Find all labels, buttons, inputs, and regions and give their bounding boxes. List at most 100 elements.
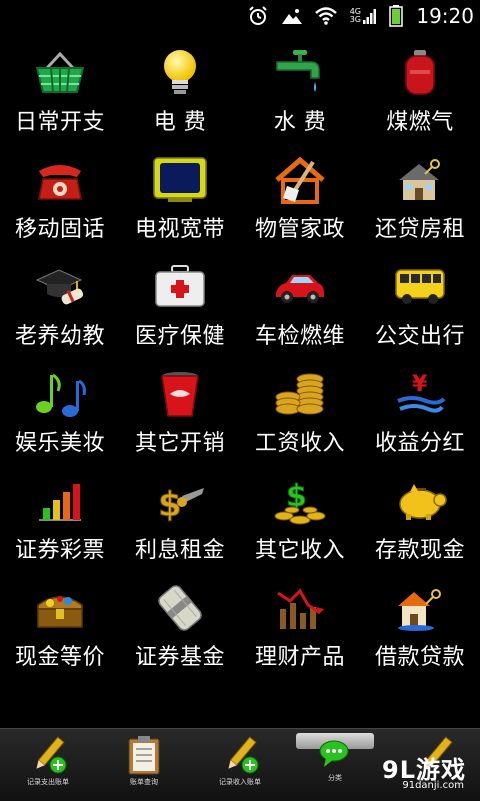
category-property-housekeeping[interactable]: 物管家政	[240, 145, 360, 252]
category-label: 物管家政	[254, 217, 345, 242]
category-water[interactable]: 水 费	[240, 38, 360, 145]
category-phone[interactable]: 移动固话	[0, 145, 120, 252]
grid-row: 老养幼教 医疗保健 车检燃维 公交出行	[0, 252, 480, 359]
music-note-icon	[32, 369, 88, 419]
faucet-icon	[272, 48, 328, 98]
tab-label: 分类	[328, 774, 342, 782]
tab-record-expense[interactable]: 记录支出账单	[4, 733, 92, 797]
cola-cup-icon	[152, 369, 208, 419]
signal-icon: 4G 3G	[348, 6, 378, 26]
tab-record-income[interactable]: 记录收入账单	[196, 733, 284, 797]
grid-row: 证券彩票 $ 利息租金 $ 其它收入 存款现金	[0, 466, 480, 573]
category-car-maintenance[interactable]: 车检燃维	[240, 252, 360, 359]
category-label: 利息租金	[134, 538, 225, 563]
grid-row: 移动固话 电视宽带 物管家政 还贷房租	[0, 145, 480, 252]
grid-row: 日常开支 电 费 水 费 煤燃气	[0, 38, 480, 145]
category-securities-lottery[interactable]: 证券彩票	[0, 466, 120, 573]
category-label: 移动固话	[14, 217, 105, 242]
category-electricity[interactable]: 电 费	[120, 38, 240, 145]
money-pile-icon: $	[272, 476, 328, 526]
tab-label: 记录收入账单	[219, 778, 261, 786]
category-label: 水 费	[273, 110, 327, 135]
category-label: 收益分红	[374, 431, 465, 456]
category-other-income[interactable]: $ 其它收入	[240, 466, 360, 573]
category-deposit-cash[interactable]: 存款现金	[360, 466, 480, 573]
watermark-url: 91danji.com	[402, 780, 464, 791]
category-daily-expense[interactable]: 日常开支	[0, 38, 120, 145]
category-dividend-income[interactable]: ¥ 收益分红	[360, 359, 480, 466]
telephone-icon	[32, 155, 88, 205]
photo-icon	[280, 6, 304, 26]
status-icons: 4G 3G 19:20	[246, 4, 474, 28]
category-label: 存款现金	[374, 538, 465, 563]
category-label: 工资收入	[254, 431, 345, 456]
svg-text:¥: ¥	[412, 372, 428, 397]
category-label: 证券彩票	[14, 538, 105, 563]
tab-bill-query[interactable]: 账单查询	[100, 733, 188, 797]
wifi-icon	[314, 6, 338, 26]
first-aid-kit-icon	[152, 262, 208, 312]
category-mortgage-rent[interactable]: 还贷房租	[360, 145, 480, 252]
clipboard-icon	[124, 735, 164, 775]
gas-cylinder-icon	[392, 48, 448, 98]
bus-icon	[392, 262, 448, 312]
watermark: 9L游戏 91danji.com	[370, 748, 480, 800]
money-roll-icon	[152, 583, 208, 633]
yen-icon: ¥	[392, 369, 448, 419]
category-label: 日常开支	[14, 110, 105, 135]
grid-row: 现金等价 证券基金 理财产品 借款贷款	[0, 573, 480, 680]
status-bar: 4G 3G 19:20	[0, 0, 480, 32]
category-label: 还贷房租	[374, 217, 465, 242]
category-entertainment-beauty[interactable]: 娱乐美妆	[0, 359, 120, 466]
dollar-icon: $	[152, 476, 208, 526]
category-label: 车检燃维	[254, 324, 345, 349]
category-interest-rent[interactable]: $ 利息租金	[120, 466, 240, 573]
category-label: 医疗保健	[134, 324, 225, 349]
house-key-icon	[392, 155, 448, 205]
category-securities-fund[interactable]: 证券基金	[120, 573, 240, 680]
pencil-add-icon	[28, 735, 68, 775]
category-medical[interactable]: 医疗保健	[120, 252, 240, 359]
category-label: 煤燃气	[386, 110, 454, 135]
category-label: 其它收入	[254, 538, 345, 563]
category-elderly-education[interactable]: 老养幼教	[0, 252, 120, 359]
lightbulb-icon	[152, 48, 208, 98]
status-time: 19:20	[416, 4, 474, 28]
category-cash-equivalent[interactable]: 现金等价	[0, 573, 120, 680]
category-label: 证券基金	[134, 645, 225, 670]
category-bus-travel[interactable]: 公交出行	[360, 252, 480, 359]
category-other-expense[interactable]: 其它开销	[120, 359, 240, 466]
tab-label: 记录支出账单	[27, 778, 69, 786]
treasure-chest-icon	[32, 583, 88, 633]
category-label: 电视宽带	[134, 217, 225, 242]
chat-bubble-icon	[316, 735, 352, 771]
category-label: 公交出行	[374, 324, 465, 349]
category-tv-broadband[interactable]: 电视宽带	[120, 145, 240, 252]
pencil-add-icon	[220, 735, 260, 775]
network-type-bottom: 3G	[349, 15, 361, 24]
category-financial-products[interactable]: 理财产品	[240, 573, 360, 680]
category-label: 借款贷款	[374, 645, 465, 670]
tab-categories-label-area[interactable]: 分类	[296, 773, 374, 793]
basket-icon	[32, 48, 88, 98]
category-salary-income[interactable]: 工资收入	[240, 359, 360, 466]
tv-icon	[152, 155, 208, 205]
tab-label: 账单查询	[130, 778, 158, 786]
piggy-bank-icon	[392, 476, 448, 526]
category-gas[interactable]: 煤燃气	[360, 38, 480, 145]
category-label: 理财产品	[254, 645, 345, 670]
category-label: 现金等价	[14, 645, 105, 670]
alarm-icon	[246, 6, 270, 26]
category-borrowing-loans[interactable]: 借款贷款	[360, 573, 480, 680]
category-label: 老养幼教	[14, 324, 105, 349]
category-label: 娱乐美妆	[14, 431, 105, 456]
coin-stack-icon	[272, 369, 328, 419]
car-icon	[272, 262, 328, 312]
battery-icon	[388, 5, 404, 27]
tab-categories[interactable]	[296, 733, 374, 767]
house-loan-icon	[392, 583, 448, 633]
category-label: 其它开销	[134, 431, 225, 456]
grid-row: 娱乐美妆 其它开销 工资收入 ¥ 收益分红	[0, 359, 480, 466]
graduation-cap-icon	[32, 262, 88, 312]
house-broom-icon	[272, 155, 328, 205]
